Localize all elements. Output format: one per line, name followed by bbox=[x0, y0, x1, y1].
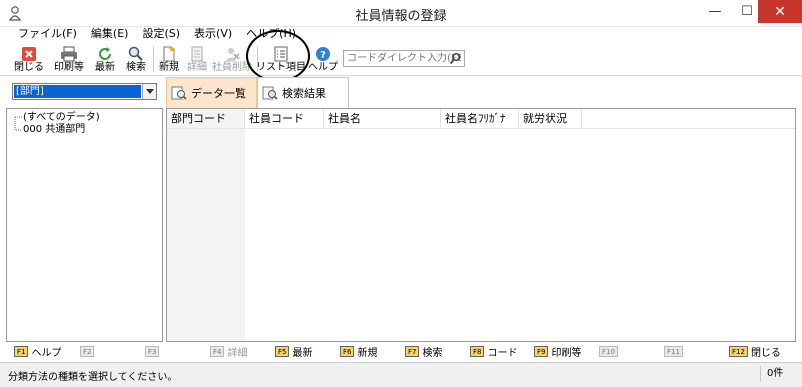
chevron-down-icon[interactable] bbox=[142, 84, 156, 99]
column-header-work-status[interactable]: 就労状況 bbox=[519, 109, 582, 129]
menu-view[interactable]: 表示(V) bbox=[188, 27, 238, 43]
list-items-button[interactable]: リスト項目 bbox=[256, 45, 306, 75]
record-count: 0件 bbox=[760, 366, 794, 382]
column-header-dept-code[interactable]: 部門コード bbox=[167, 109, 245, 129]
data-list-icon bbox=[171, 86, 187, 100]
delete-person-icon bbox=[222, 45, 242, 62]
fkey-f12[interactable]: F12 閉じる bbox=[729, 345, 781, 359]
minimize-button[interactable]: — bbox=[700, 0, 730, 23]
close-button[interactable]: 閉じる bbox=[13, 45, 45, 75]
print-label: 印刷等 bbox=[54, 62, 84, 73]
help-label: ヘルプ bbox=[308, 62, 338, 73]
tab-search-results[interactable]: 検索結果 bbox=[257, 77, 349, 108]
close-window-button[interactable]: ✕ bbox=[758, 0, 802, 23]
grid-first-column-shading bbox=[167, 109, 245, 341]
fkey-f1[interactable]: F1 ヘルプ bbox=[14, 345, 61, 359]
code-direct-input[interactable] bbox=[343, 50, 465, 67]
detail-label: 詳細 bbox=[187, 62, 207, 73]
delete-employee-button[interactable]: 社員削除 bbox=[212, 45, 252, 75]
fkey-f7[interactable]: F7 検索 bbox=[405, 345, 442, 359]
grid-header: 部門コード 社員コード 社員名 社員名ﾌﾘｶﾞﾅ 就労状況 bbox=[167, 109, 795, 129]
tab-data-list-label: データ一覧 bbox=[191, 87, 246, 100]
fkey-f3[interactable]: F3 bbox=[145, 345, 162, 358]
menu-settings[interactable]: 設定(S) bbox=[136, 27, 186, 43]
code-search-icon[interactable] bbox=[449, 52, 462, 65]
tab-search-results-label: 検索結果 bbox=[282, 87, 326, 100]
help-button[interactable]: ? ヘルプ bbox=[308, 45, 338, 75]
delete-employee-label: 社員削除 bbox=[212, 62, 252, 73]
menu-file[interactable]: ファイル(F) bbox=[12, 27, 83, 43]
search-label: 検索 bbox=[126, 62, 146, 73]
refresh-icon bbox=[95, 45, 115, 62]
column-header-employee-name[interactable]: 社員名 bbox=[324, 109, 441, 129]
new-label: 新規 bbox=[159, 62, 179, 73]
column-header-employee-kana[interactable]: 社員名ﾌﾘｶﾞﾅ bbox=[441, 109, 519, 129]
fkey-f10[interactable]: F10 bbox=[599, 345, 621, 358]
classification-select[interactable]: [部門] bbox=[12, 83, 157, 100]
refresh-label: 最新 bbox=[95, 62, 115, 73]
list-items-label: リスト項目 bbox=[256, 62, 306, 73]
employee-grid: 部門コード 社員コード 社員名 社員名ﾌﾘｶﾞﾅ 就労状況 bbox=[166, 108, 796, 342]
window-title: 社員情報の登録 bbox=[355, 9, 447, 24]
close-x-icon bbox=[19, 45, 39, 62]
fkey-f4[interactable]: F4 詳細 bbox=[210, 345, 247, 359]
status-bar: 分類方法の種類を選択してください。 0件 bbox=[0, 362, 802, 387]
tree-item-dept-000[interactable]: 000 共通部門 bbox=[23, 123, 85, 136]
print-button[interactable]: 印刷等 bbox=[52, 45, 86, 75]
magnifier-icon bbox=[126, 45, 146, 62]
help-question-icon: ? bbox=[313, 45, 333, 62]
detail-document-icon bbox=[187, 45, 207, 62]
menu-help[interactable]: ヘルプ(H) bbox=[240, 27, 302, 43]
column-header-employee-code[interactable]: 社員コード bbox=[245, 109, 324, 129]
function-key-bar: F1 ヘルプ F2 F3 F4 詳細 F5 最新 F6 新規 F7 検索 F8 コード F9… bbox=[0, 343, 802, 360]
classification-value: [部門] bbox=[14, 85, 141, 98]
printer-icon bbox=[59, 45, 79, 62]
fkey-f8[interactable]: F8 コード bbox=[470, 345, 517, 359]
menu-bar: ファイル(F) 編集(E) 設定(S) 表示(V) ヘルプ(H) bbox=[0, 27, 802, 43]
fkey-f11[interactable]: F11 bbox=[664, 345, 686, 358]
close-label: 閉じる bbox=[14, 62, 44, 73]
list-icon bbox=[271, 45, 291, 62]
search-results-icon bbox=[262, 86, 278, 100]
classification-tree: (すべてのデータ) 000 共通部門 bbox=[6, 108, 163, 342]
search-button[interactable]: 検索 bbox=[124, 45, 148, 75]
new-button[interactable]: 新規 bbox=[157, 45, 181, 75]
status-message: 分類方法の種類を選択してください。 bbox=[8, 372, 178, 383]
detail-button[interactable]: 詳細 bbox=[185, 45, 209, 75]
title-bar: 社員情報の登録 — ☐ ✕ bbox=[0, 0, 802, 27]
toolbar-separator bbox=[153, 46, 154, 72]
tab-data-list[interactable]: データ一覧 bbox=[166, 77, 257, 108]
menu-edit[interactable]: 編集(E) bbox=[85, 27, 135, 43]
fkey-f9[interactable]: F9 印刷等 bbox=[534, 345, 581, 359]
svg-text:?: ? bbox=[320, 50, 326, 61]
new-document-icon bbox=[159, 45, 179, 62]
fkey-f6[interactable]: F6 新規 bbox=[340, 345, 377, 359]
refresh-button[interactable]: 最新 bbox=[93, 45, 117, 75]
fkey-f5[interactable]: F5 最新 bbox=[275, 345, 312, 359]
fkey-f2[interactable]: F2 bbox=[80, 345, 97, 358]
